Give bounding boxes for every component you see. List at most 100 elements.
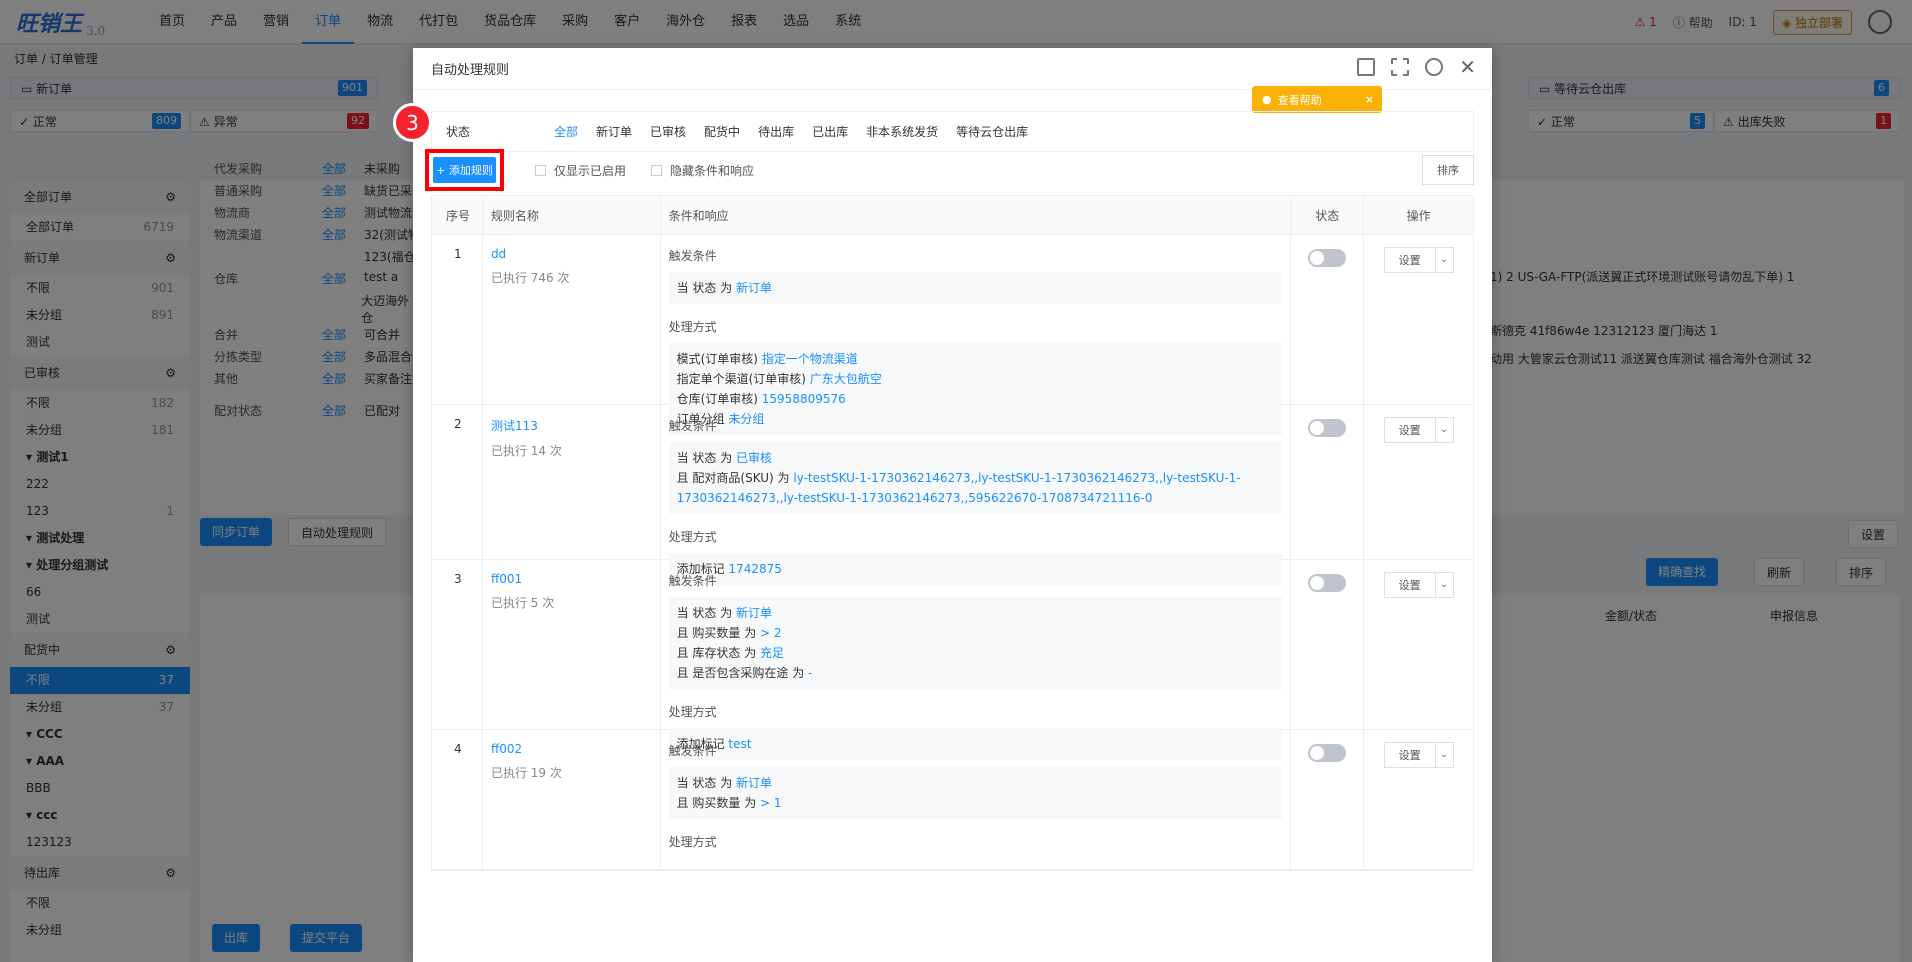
rule-toggle[interactable] [1308, 574, 1347, 592]
settings-label: 设置 [1398, 749, 1421, 762]
rule-op-cell: 设置 ⌄ [1363, 235, 1473, 404]
trigger-box: 当 状态 为 新订单且 购买数量 为 > 2且 库存状态 为 充足且 是否包含采… [668, 597, 1283, 689]
rule-row: 2 测试113 已执行 14 次触发条件 当 状态 为 已审核且 配对商品(SKU) … [432, 405, 1473, 585]
condition-line: 且 库存状态 为 充足 [677, 643, 1275, 663]
condition-line: 且 是否包含采购在途 为 - [677, 663, 1275, 683]
rule-conditions-cell: 触发条件当 状态 为 新订单且 购买数量 为 > 1 处理方式 [659, 730, 1291, 869]
col-rule-name: 规则名称 [481, 196, 660, 234]
add-rule-button[interactable]: + 添加规则 [433, 157, 496, 183]
rule-exec-count: 已执行 19 次 [490, 766, 562, 780]
rule-conditions-cell: 触发条件当 状态 为 新订单 处理方式 模式(订单审核) 指定一个物流渠道 指定单个渠… [659, 235, 1291, 435]
hide-conditions-checkbox[interactable]: 隐藏条件和响应 [651, 162, 754, 179]
col-index: 序号 [446, 208, 471, 223]
status-tab-2[interactable]: 已审核 [650, 123, 686, 140]
rule-index: 1 [454, 247, 462, 261]
rule-row: 3 ff001 已执行 5 次触发条件当 状态 为 新订单且 购买数量 为 > 2且… [432, 560, 1473, 760]
action-line: 指定单个渠道(订单审核) 广东大包航空 [677, 369, 1275, 389]
condition-text: 当 状态 为 [676, 281, 737, 295]
condition-text: 当 状态 为 [676, 606, 737, 620]
trigger-box: 当 状态 为 新订单且 购买数量 为 > 1 [668, 767, 1283, 819]
condition-text: 且 购买数量 为 [676, 796, 761, 810]
rule-exec-count: 已执行 5 次 [490, 596, 555, 610]
status-tab-4[interactable]: 待出库 [758, 123, 794, 140]
condition-text: 且 是否包含采购在途 为 [676, 666, 809, 680]
rule-name-cell: ff001 已执行 5 次 [481, 560, 660, 729]
rule-name-link[interactable]: ff002 [491, 742, 522, 756]
modal-tools: ✕ [1357, 57, 1476, 77]
condition-line: 且 购买数量 为 > 1 [677, 793, 1275, 813]
condition-line: 且 购买数量 为 > 2 [677, 623, 1275, 643]
add-rule-highlight: + 添加规则 [425, 149, 504, 191]
condition-value: 已审核 [736, 451, 773, 465]
chevron-down-icon[interactable]: ⌄ [1434, 743, 1453, 767]
rule-index: 4 [454, 742, 462, 756]
modal-title: 自动处理规则 [431, 63, 510, 78]
condition-value: > 1 [760, 796, 782, 810]
condition-text: 当 状态 为 [676, 776, 737, 790]
rule-row: 4 ff002 已执行 19 次 触发条件当 状态 为 新订单且 购买数量 为 > 1… [432, 730, 1473, 870]
trigger-label: 触发条件 [668, 249, 717, 263]
rule-name-link[interactable]: ff001 [491, 572, 522, 586]
sort-button[interactable]: 排序 [1422, 155, 1474, 185]
status-tab-7[interactable]: 等待云仓出库 [956, 123, 1028, 140]
condition-text: 且 库存状态 为 [676, 646, 761, 660]
condition-text: 当 状态 为 [676, 451, 737, 465]
condition-line: 当 状态 为 新订单 [677, 603, 1275, 623]
rule-toggle[interactable] [1308, 744, 1347, 762]
status-tab-1[interactable]: 新订单 [596, 123, 632, 140]
auto-rule-modal: 自动处理规则 ✕ ● 查看帮助 × 状态 全部 新订单 已审核 配货中 待出库 已出库 非本系… [413, 48, 1492, 962]
rule-settings-button[interactable]: 设置 ⌄ [1383, 572, 1454, 598]
action-label: 处理方式 [668, 705, 717, 719]
refresh-icon[interactable] [1425, 58, 1444, 76]
rule-toggle[interactable] [1308, 249, 1347, 267]
chevron-down-icon[interactable]: ⌄ [1434, 418, 1453, 442]
trigger-label: 触发条件 [668, 574, 717, 588]
condition-value: - [808, 666, 813, 680]
action-label: 处理方式 [668, 835, 717, 849]
rule-toggle[interactable] [1308, 419, 1347, 437]
only-enabled-checkbox[interactable]: 仅显示已启用 [535, 162, 626, 179]
rule-op-cell: 设置 ⌄ [1363, 405, 1473, 559]
condition-text: 且 配对商品(SKU) 为 [676, 471, 794, 485]
close-icon[interactable]: ✕ [1459, 57, 1476, 77]
step-badge: 3 [393, 103, 432, 142]
rule-status-cell [1290, 405, 1363, 559]
status-label: 状态 [446, 125, 471, 139]
action-label: 处理方式 [668, 530, 717, 544]
chevron-down-icon[interactable]: ⌄ [1434, 248, 1453, 272]
video-icon[interactable] [1357, 58, 1376, 76]
settings-label: 设置 [1398, 579, 1421, 592]
condition-line: 当 状态 为 新订单 [677, 773, 1275, 793]
status-tab-0[interactable]: 全部 [554, 123, 578, 140]
action-text: 指定单个渠道(订单审核) [676, 372, 810, 386]
trigger-box: 当 状态 为 新订单 [668, 272, 1283, 304]
tooltip-close-icon[interactable]: × [1365, 93, 1374, 106]
rule-op-cell: 设置 ⌄ [1363, 730, 1473, 869]
condition-value: 新订单 [736, 281, 773, 295]
action-value: 广东大包航空 [809, 372, 882, 386]
rule-status-cell [1290, 560, 1363, 729]
fullscreen-icon[interactable] [1391, 58, 1410, 76]
rule-name-link[interactable]: dd [491, 247, 506, 261]
trigger-label: 触发条件 [668, 744, 717, 758]
rule-settings-button[interactable]: 设置 ⌄ [1383, 247, 1454, 273]
chevron-down-icon[interactable]: ⌄ [1434, 573, 1453, 597]
status-tab-3[interactable]: 配货中 [704, 123, 740, 140]
rule-conditions-cell: 触发条件 当 状态 为 已审核且 配对商品(SKU) 为 ly-testSKU-1… [659, 405, 1291, 585]
status-tab-6[interactable]: 非本系统发货 [866, 123, 938, 140]
rule-exec-count: 已执行 14 次 [490, 444, 562, 458]
condition-line: 且 配对商品(SKU) 为 ly-testSKU-1-1730362146273… [677, 468, 1275, 508]
rules-table: 序号 规则名称 条件和响应 状态 操作 1 dd 已执行 746 次触发条件当 状态… [431, 195, 1474, 871]
rule-name-cell: 测试113 已执行 14 次 [481, 405, 660, 559]
condition-line: 当 状态 为 新订单 [677, 278, 1275, 298]
help-tooltip[interactable]: ● 查看帮助 × [1252, 86, 1382, 113]
rule-name-cell: dd 已执行 746 次 [481, 235, 660, 404]
rule-settings-button[interactable]: 设置 ⌄ [1383, 417, 1454, 443]
rule-name-link[interactable]: 测试113 [491, 417, 538, 434]
rule-settings-button[interactable]: 设置 ⌄ [1383, 742, 1454, 768]
action-line: 模式(订单审核) 指定一个物流渠道 [677, 349, 1275, 369]
rule-index: 2 [454, 417, 462, 431]
action-value: 指定一个物流渠道 [761, 352, 858, 366]
status-tab-5[interactable]: 已出库 [812, 123, 848, 140]
col-conditions: 条件和响应 [659, 196, 1291, 234]
